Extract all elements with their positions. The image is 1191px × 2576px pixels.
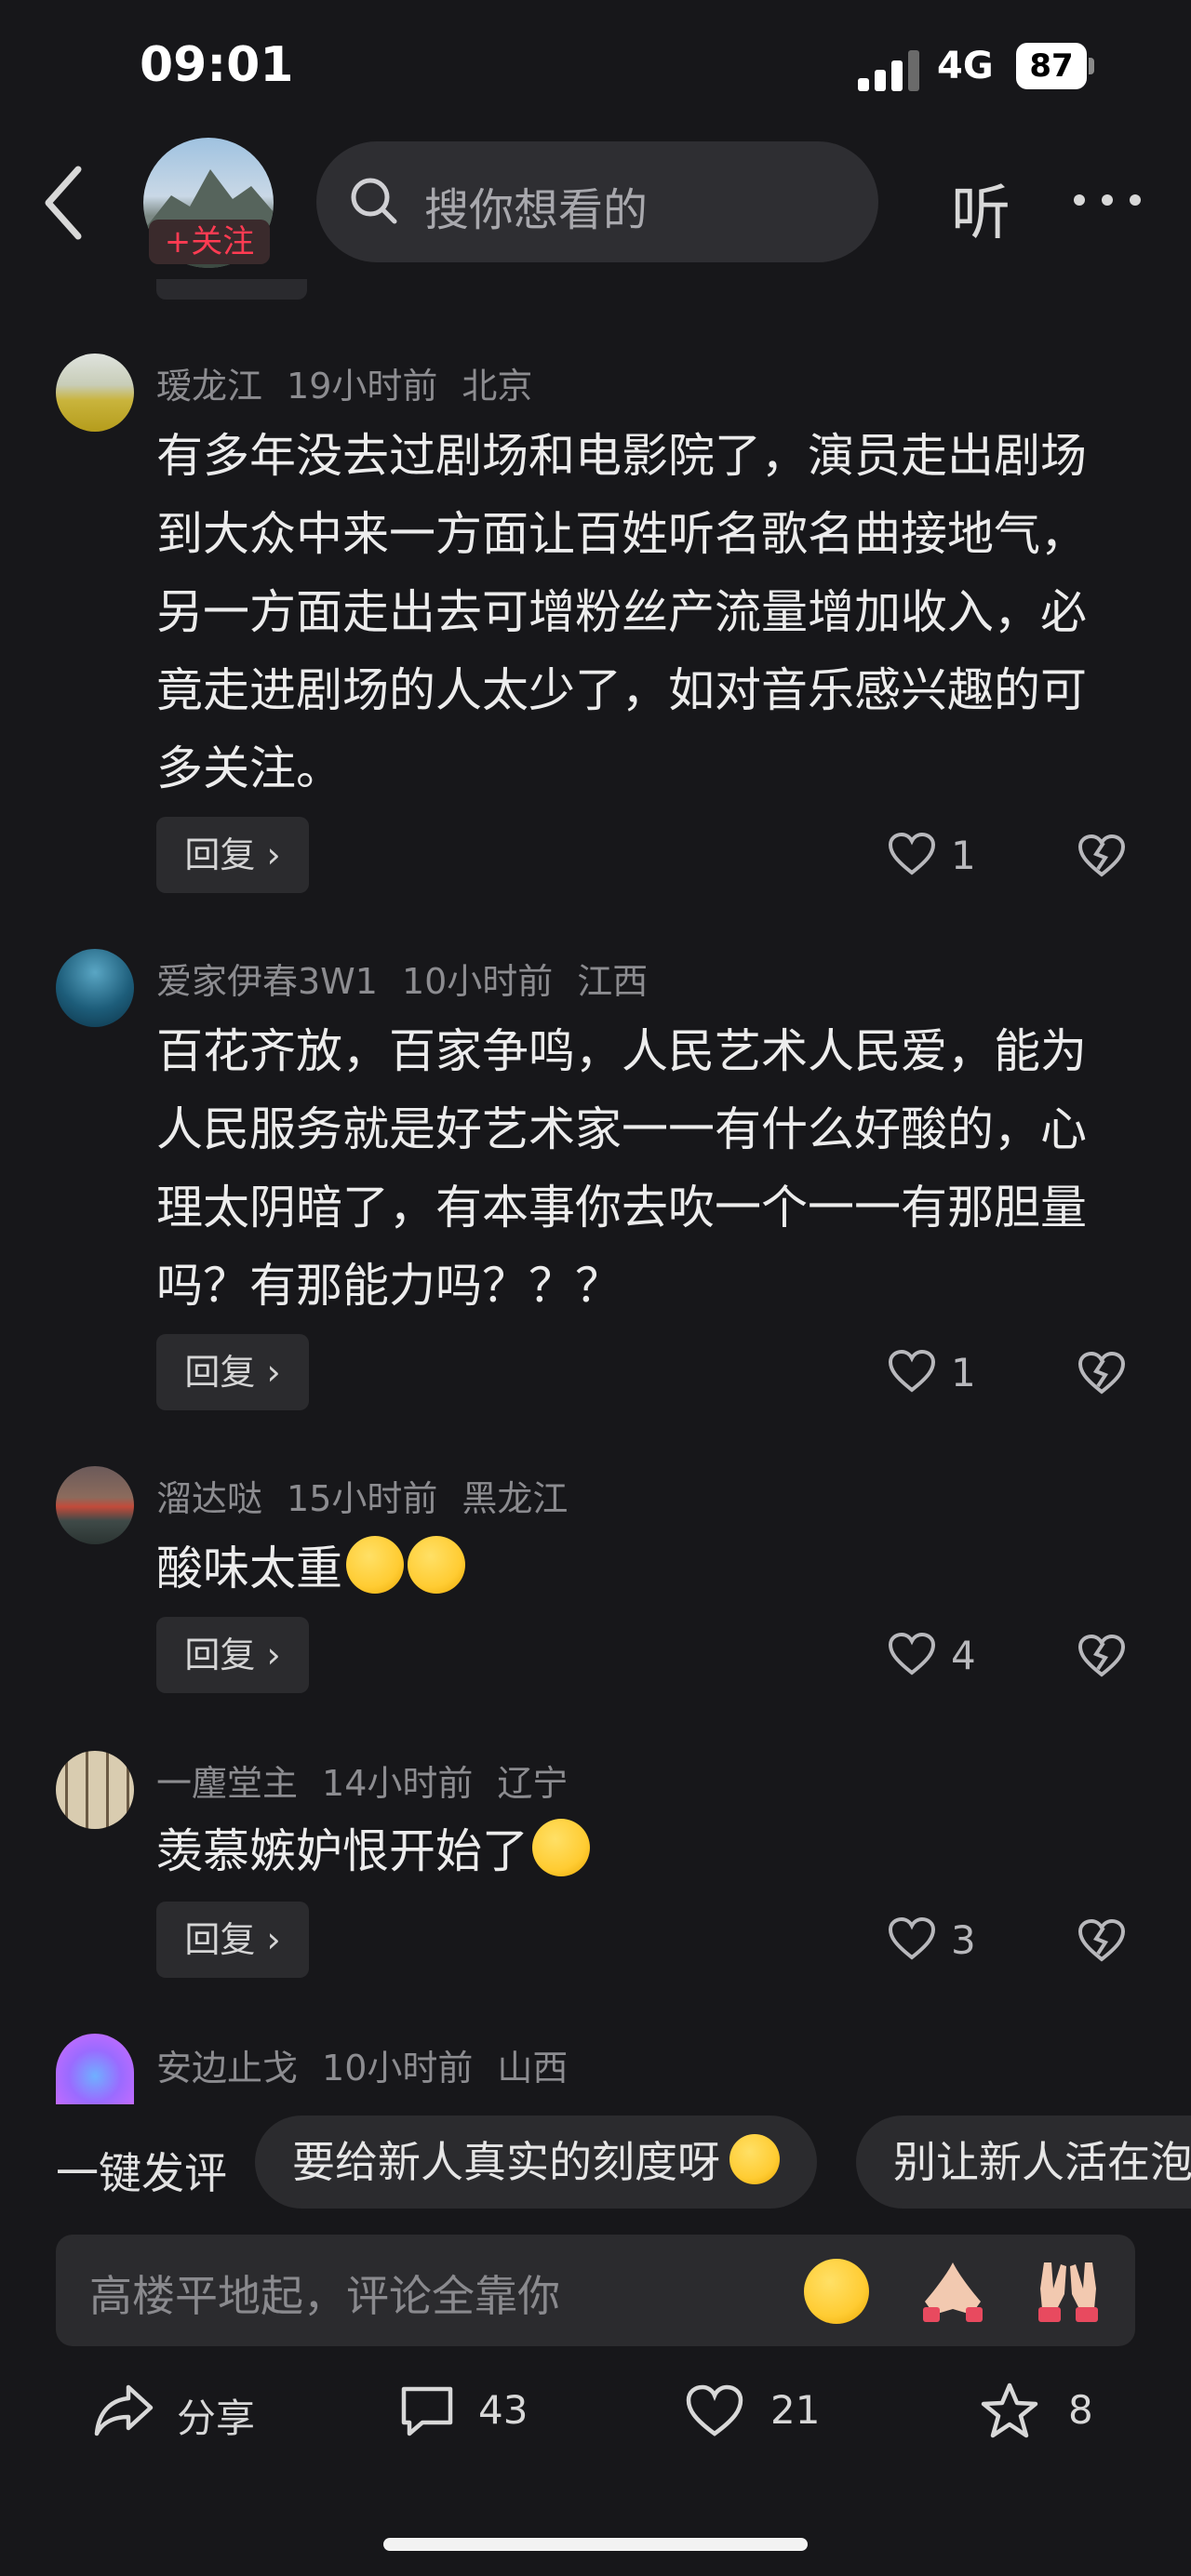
more-icon[interactable] — [1072, 186, 1143, 214]
heart-icon — [888, 1916, 936, 1960]
comment-location: 江西 — [577, 961, 649, 1002]
follow-button[interactable]: +关注 — [149, 220, 270, 264]
comment-location: 北京 — [462, 366, 533, 407]
home-indicator[interactable] — [383, 2538, 808, 2551]
like-post-button[interactable]: 21 — [685, 2382, 834, 2447]
comments-button[interactable]: 43 — [398, 2382, 547, 2447]
commenter-avatar[interactable] — [56, 949, 134, 1027]
comment-time: 10小时前 — [322, 2048, 474, 2089]
heart-icon — [686, 2384, 743, 2436]
comment-username[interactable]: 瑷龙江 — [156, 366, 262, 407]
dislike-icon[interactable] — [1077, 1916, 1126, 1965]
smug-emoji-icon — [346, 1536, 404, 1594]
dislike-icon[interactable] — [1077, 832, 1126, 880]
star-icon — [981, 2382, 1038, 2438]
comment-text: 羡慕嫉妒恨开始了 — [156, 1824, 529, 1878]
laughing-emoji-icon[interactable] — [804, 2259, 869, 2324]
comment-text: 百花齐放，百家争鸣，人民艺术人民爱，能为人民服务就是好艺术家一一有什么好酸的，心… — [156, 1024, 1087, 1313]
search-icon — [351, 178, 397, 224]
favorite-button[interactable]: 8 — [979, 2382, 1100, 2447]
quick-comment-chip[interactable]: 要给新人真实的刻度呀 — [255, 2116, 817, 2209]
comment-text: 有多年没去过剧场和电影院了，演员走出剧场到大众中来一方面让百姓听名歌名曲接地气，… — [156, 429, 1087, 795]
back-icon[interactable] — [41, 164, 87, 242]
reply-button[interactable]: 回复 › — [156, 1617, 309, 1693]
comment-count: 43 — [478, 2387, 529, 2433]
comment-username[interactable]: 爱家伊春3W1 — [156, 961, 378, 1002]
listen-button[interactable]: 听 — [951, 166, 1010, 251]
comment-time: 14小时前 — [322, 1763, 474, 1804]
comment-location: 黑龙江 — [462, 1478, 569, 1519]
like-button[interactable]: 1 — [888, 828, 990, 884]
comment-meta: 爱家伊春3W1 10小时前 江西 — [156, 953, 672, 1004]
share-button[interactable]: 分享 — [93, 2382, 279, 2447]
comment-time: 19小时前 — [287, 366, 438, 407]
reply-button[interactable]: 回复 › — [156, 1902, 309, 1978]
like-button[interactable]: 1 — [888, 1345, 990, 1401]
comment-username[interactable]: 一麈堂主 — [156, 1763, 298, 1804]
comment-username[interactable]: 安边止戈 — [156, 2048, 298, 2089]
comment-meta: 安边止戈 10小时前 山西 — [156, 2039, 592, 2090]
comment-meta: 一麈堂主 14小时前 辽宁 — [156, 1755, 592, 1806]
comment-meta: 瑷龙江 19小时前 北京 — [156, 357, 556, 408]
search-placeholder[interactable]: 搜你想看的 — [424, 173, 648, 238]
heart-icon — [888, 832, 936, 875]
comment-location: 山西 — [497, 2048, 569, 2089]
share-icon — [94, 2384, 154, 2436]
commenter-avatar[interactable] — [56, 1466, 134, 1544]
quick-comment-label: 一键发评 — [56, 2148, 227, 2198]
favorite-count: 8 — [1068, 2387, 1093, 2433]
praying-hands-icon[interactable] — [916, 2255, 990, 2326]
heart-icon — [888, 1349, 936, 1393]
comment-input-placeholder[interactable]: 高楼平地起，评论全靠你 — [89, 2262, 560, 2324]
quick-comment-chip[interactable]: 别让新人活在泡 — [856, 2116, 1191, 2209]
battery-level: 87 — [1016, 43, 1087, 89]
like-count: 4 — [951, 1633, 976, 1678]
laughing-emoji-icon — [408, 1536, 465, 1594]
comment-meta: 溜达哒 15小时前 黑龙江 — [156, 1470, 592, 1521]
comment-location: 辽宁 — [497, 1763, 569, 1804]
comment-username[interactable]: 溜达哒 — [156, 1478, 262, 1519]
comment-time: 10小时前 — [401, 961, 554, 1002]
network-type: 4G — [937, 45, 994, 87]
comment-text-row: 酸味太重 — [156, 1529, 1124, 1608]
smug-emoji-icon — [532, 1819, 590, 1876]
like-count: 1 — [951, 1350, 976, 1395]
like-count: 1 — [951, 833, 976, 878]
comment-text-row: 羡慕嫉妒恨开始了 — [156, 1812, 1124, 1890]
share-label: 分享 — [177, 2396, 256, 2441]
like-count: 21 — [770, 2387, 821, 2433]
like-button[interactable]: 3 — [888, 1913, 990, 1969]
reply-button[interactable]: 回复 › — [156, 1334, 309, 1410]
reply-button[interactable]: 回复 › — [156, 817, 309, 893]
raised-hands-icon[interactable] — [1029, 2251, 1107, 2326]
heart-icon — [888, 1632, 936, 1675]
comment-icon — [401, 2386, 453, 2436]
commenter-avatar[interactable] — [56, 354, 134, 432]
dislike-icon[interactable] — [1077, 1349, 1126, 1397]
commenter-avatar[interactable] — [56, 2034, 134, 2104]
commenter-avatar[interactable] — [56, 1751, 134, 1829]
wink-emoji-icon — [729, 2134, 780, 2184]
status-time: 09:01 — [140, 37, 294, 93]
signal-icon — [858, 50, 919, 91]
comment-time: 15小时前 — [287, 1478, 438, 1519]
comment-text: 酸味太重 — [156, 1542, 342, 1595]
dislike-icon[interactable] — [1077, 1632, 1126, 1680]
like-button[interactable]: 4 — [888, 1628, 990, 1684]
like-count: 3 — [951, 1917, 976, 1963]
previous-reply-button — [156, 279, 307, 300]
battery-icon: 87 — [1016, 43, 1094, 89]
